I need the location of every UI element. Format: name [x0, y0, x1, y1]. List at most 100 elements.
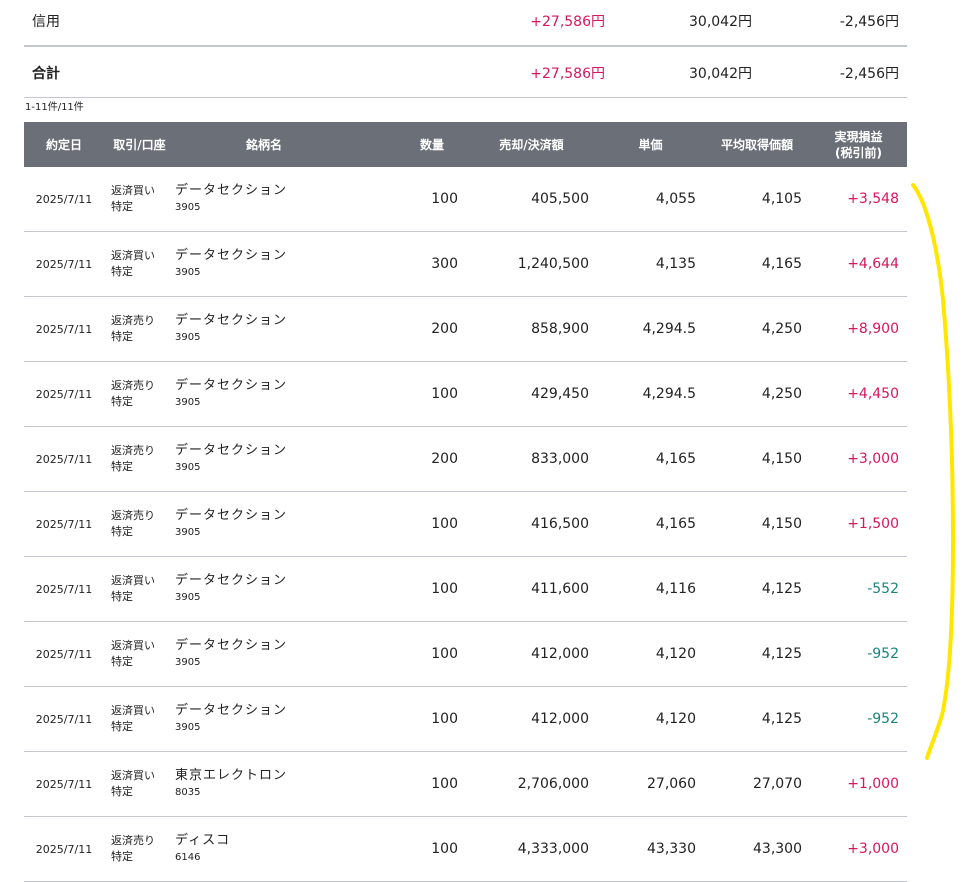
realized-pl: -952	[810, 686, 907, 752]
summary-total-gain: +27,586円	[530, 66, 605, 82]
trade-type: 返済売り	[111, 509, 155, 522]
quantity: 100	[353, 621, 466, 687]
stock-name[interactable]: データセクション	[175, 182, 353, 199]
summary-credit-net: -2,456円	[839, 14, 899, 30]
settlement-amount: 858,900	[466, 296, 597, 362]
average-cost: 43,300	[704, 816, 810, 882]
header-unit-price[interactable]: 単価	[597, 122, 704, 167]
table-row[interactable]: 2025/7/11 返済売り 特定 データセクション 3905 100 416,500 4,1…	[24, 491, 907, 557]
realized-pl-table: 約定日 取引/口座 銘柄名 数量 売却/決済額 単価 平均取得価額 実現損益 (…	[24, 122, 907, 882]
trade-type-cell: 返済売り 特定	[104, 426, 175, 492]
quantity: 100	[353, 816, 466, 882]
table-row[interactable]: 2025/7/11 返済買い 特定 データセクション 3905 300 1,240,500 4…	[24, 231, 907, 297]
table-row[interactable]: 2025/7/11 返済買い 特定 データセクション 3905 100 411,600 4,1…	[24, 556, 907, 622]
header-realized-pl[interactable]: 実現損益 (税引前)	[810, 122, 907, 167]
trade-type-cell: 返済買い 特定	[104, 751, 175, 817]
stock-name[interactable]: データセクション	[175, 637, 353, 654]
realized-pl: +1,500	[810, 491, 907, 557]
stock-code: 3905	[175, 527, 201, 538]
average-cost: 4,125	[704, 621, 810, 687]
stock-cell: 東京エレクトロン 8035	[175, 751, 353, 817]
header-stock-name[interactable]: 銘柄名	[175, 122, 353, 167]
stock-name[interactable]: ディスコ	[175, 832, 353, 849]
trade-type: 返済買い	[111, 704, 155, 717]
quantity: 200	[353, 426, 466, 492]
table-body: 2025/7/11 返済買い 特定 データセクション 3905 100 405,500 4,0…	[24, 167, 907, 882]
trade-date: 2025/7/11	[24, 167, 104, 232]
stock-code: 8035	[175, 787, 201, 798]
stock-cell: データセクション 3905	[175, 296, 353, 362]
stock-name[interactable]: データセクション	[175, 442, 353, 459]
quantity: 100	[353, 361, 466, 427]
trade-type: 返済買い	[111, 184, 155, 197]
table-row[interactable]: 2025/7/11 返済買い 特定 データセクション 3905 100 412,000 4,1…	[24, 686, 907, 752]
stock-name[interactable]: データセクション	[175, 572, 353, 589]
trade-type: 返済売り	[111, 444, 155, 457]
average-cost: 4,250	[704, 361, 810, 427]
stock-name[interactable]: データセクション	[175, 507, 353, 524]
trade-type: 返済売り	[111, 314, 155, 327]
stock-cell: データセクション 3905	[175, 556, 353, 622]
summary-credit-gain: +27,586円	[530, 14, 605, 30]
unit-price: 4,120	[597, 621, 704, 687]
settlement-amount: 412,000	[466, 621, 597, 687]
trade-type: 返済買い	[111, 574, 155, 587]
stock-cell: データセクション 3905	[175, 167, 353, 232]
header-average-cost[interactable]: 平均取得価額	[704, 122, 810, 167]
stock-name[interactable]: データセクション	[175, 702, 353, 719]
trade-type-cell: 返済売り 特定	[104, 296, 175, 362]
stock-name[interactable]: データセクション	[175, 377, 353, 394]
quantity: 100	[353, 167, 466, 232]
unit-price: 27,060	[597, 751, 704, 817]
trade-type-cell: 返済売り 特定	[104, 816, 175, 882]
trade-type-cell: 返済買い 特定	[104, 167, 175, 232]
stock-name[interactable]: データセクション	[175, 312, 353, 329]
unit-price: 4,165	[597, 491, 704, 557]
stock-cell: データセクション 3905	[175, 621, 353, 687]
header-amount[interactable]: 売却/決済額	[466, 122, 597, 167]
table-row[interactable]: 2025/7/11 返済売り 特定 データセクション 3905 200 833,000 4,1…	[24, 426, 907, 492]
average-cost: 4,165	[704, 231, 810, 297]
header-quantity[interactable]: 数量	[353, 122, 466, 167]
average-cost: 4,150	[704, 426, 810, 492]
average-cost: 27,070	[704, 751, 810, 817]
table-row[interactable]: 2025/7/11 返済売り 特定 データセクション 3905 200 858,900 4,2…	[24, 296, 907, 362]
trade-date: 2025/7/11	[24, 556, 104, 622]
header-date[interactable]: 約定日	[24, 122, 104, 167]
quantity: 200	[353, 296, 466, 362]
average-cost: 4,250	[704, 296, 810, 362]
unit-price: 4,055	[597, 167, 704, 232]
realized-pl: +3,548	[810, 167, 907, 232]
stock-name[interactable]: データセクション	[175, 247, 353, 264]
account-type: 特定	[111, 460, 133, 473]
account-type: 特定	[111, 330, 133, 343]
summary-credit-loss: 30,042円	[689, 14, 752, 30]
realized-pl: +1,000	[810, 751, 907, 817]
quantity: 300	[353, 231, 466, 297]
stock-name[interactable]: 東京エレクトロン	[175, 767, 353, 784]
table-row[interactable]: 2025/7/11 返済買い 特定 データセクション 3905 100 412,000 4,1…	[24, 621, 907, 687]
unit-price: 4,294.5	[597, 361, 704, 427]
average-cost: 4,125	[704, 686, 810, 752]
account-type: 特定	[111, 720, 133, 733]
header-trade-account[interactable]: 取引/口座	[104, 122, 175, 167]
result-count: 1-11件/11件	[25, 102, 84, 113]
trade-date: 2025/7/11	[24, 686, 104, 752]
realized-pl: +3,000	[810, 816, 907, 882]
stock-code: 3905	[175, 462, 201, 473]
trade-type-cell: 返済買い 特定	[104, 556, 175, 622]
table-row[interactable]: 2025/7/11 返済売り 特定 ディスコ 6146 100 4,333,000 43,33…	[24, 816, 907, 882]
realized-pl: -552	[810, 556, 907, 622]
unit-price: 4,120	[597, 686, 704, 752]
trade-date: 2025/7/11	[24, 426, 104, 492]
table-row[interactable]: 2025/7/11 返済買い 特定 東京エレクトロン 8035 100 2,706,000 2…	[24, 751, 907, 817]
average-cost: 4,125	[704, 556, 810, 622]
settlement-amount: 4,333,000	[466, 816, 597, 882]
trade-date: 2025/7/11	[24, 816, 104, 882]
stock-cell: データセクション 3905	[175, 426, 353, 492]
realized-pl: +4,644	[810, 231, 907, 297]
table-row[interactable]: 2025/7/11 返済売り 特定 データセクション 3905 100 429,450 4,2…	[24, 361, 907, 427]
unit-price: 4,165	[597, 426, 704, 492]
realized-pl: +3,000	[810, 426, 907, 492]
table-row[interactable]: 2025/7/11 返済買い 特定 データセクション 3905 100 405,500 4,0…	[24, 167, 907, 232]
